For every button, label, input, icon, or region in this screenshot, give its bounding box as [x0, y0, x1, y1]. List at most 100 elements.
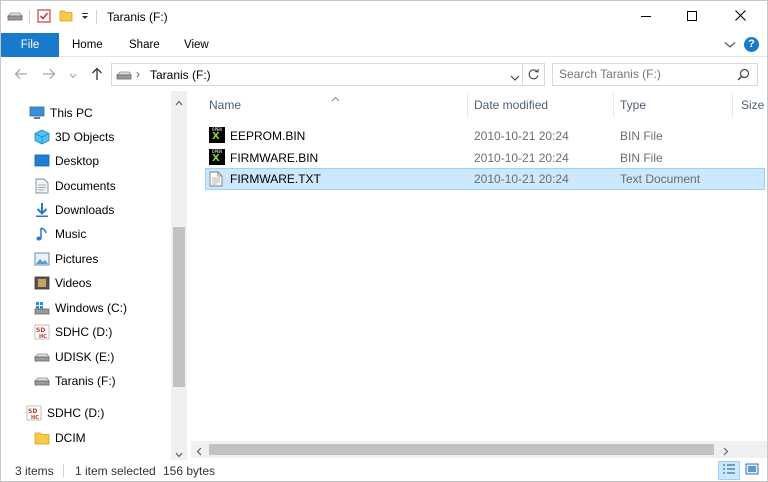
- nav-label: SDHC (D:): [55, 325, 113, 339]
- tab-home[interactable]: Home: [72, 33, 103, 57]
- address-bar[interactable]: › Taranis (F:): [111, 63, 545, 86]
- windows-drive-icon: [34, 300, 50, 316]
- help-icon[interactable]: ?: [744, 37, 759, 52]
- maximize-icon: [687, 10, 697, 24]
- forward-button[interactable]: [39, 65, 59, 85]
- properties-icon[interactable]: [36, 8, 52, 27]
- up-button[interactable]: [87, 65, 107, 85]
- expand-ribbon-icon[interactable]: [724, 38, 736, 52]
- column-header-type[interactable]: Type: [620, 91, 646, 119]
- status-bar: 3 items 1 item selected 156 bytes: [1, 460, 767, 481]
- tab-file[interactable]: File: [1, 33, 59, 57]
- pictures-icon: [34, 251, 50, 267]
- nav-label: UDISK (E:): [55, 350, 115, 364]
- status-divider: [63, 464, 64, 477]
- scroll-up-icon[interactable]: [175, 95, 183, 109]
- large-icons-view-button[interactable]: [741, 461, 763, 480]
- horizontal-scrollbar[interactable]: [191, 441, 767, 458]
- nav-item-sdhc-d[interactable]: SD HC SDHC (D:): [34, 320, 112, 344]
- file-name: FIRMWARE.TXT: [230, 172, 321, 186]
- search-icon[interactable]: [737, 68, 750, 84]
- horizontal-scrollbar-thumb[interactable]: [209, 444, 714, 455]
- nav-scrollbar[interactable]: [171, 91, 187, 460]
- nav-item-3d-objects[interactable]: 3D Objects: [34, 125, 114, 149]
- column-header-name[interactable]: Name: [209, 91, 241, 119]
- address-divider: [522, 64, 523, 85]
- file-row-firmware-bin[interactable]: OPEN X FIRMWARE.BIN 2010-10-21 20:24 BIN …: [205, 147, 765, 169]
- svg-text:HC: HC: [39, 334, 47, 340]
- nav-label: Taranis (F:): [55, 374, 116, 388]
- ribbon-tabs: File Home Share View ?: [1, 33, 767, 57]
- nav-item-udisk-e[interactable]: UDISK (E:): [34, 345, 114, 369]
- nav-item-this-pc[interactable]: This PC: [29, 101, 93, 125]
- tab-view[interactable]: View: [184, 33, 209, 57]
- folder-icon: [34, 430, 50, 446]
- nav-item-taranis-f[interactable]: Taranis (F:): [34, 369, 116, 393]
- column-divider[interactable]: [732, 93, 733, 117]
- nav-scrollbar-thumb[interactable]: [173, 227, 185, 387]
- nav-item-videos[interactable]: Videos: [34, 271, 91, 295]
- details-view-icon: [722, 463, 736, 478]
- nav-item-sdhc-d-root[interactable]: SD HC SDHC (D:): [26, 401, 104, 425]
- refresh-icon[interactable]: [527, 68, 540, 84]
- close-button[interactable]: [717, 1, 763, 33]
- scroll-left-icon[interactable]: [196, 445, 202, 459]
- file-type: BIN File: [620, 129, 663, 143]
- toolbar-divider: [96, 10, 97, 24]
- drive-icon: [7, 10, 23, 25]
- new-folder-icon[interactable]: [58, 8, 74, 27]
- nav-label: SDHC (D:): [47, 406, 105, 420]
- sd-card-icon: SD HC: [26, 405, 42, 421]
- up-arrow-icon: [91, 67, 103, 84]
- nav-item-downloads[interactable]: Downloads: [34, 198, 114, 222]
- file-date: 2010-10-21 20:24: [474, 151, 569, 165]
- column-header-date[interactable]: Date modified: [474, 91, 548, 119]
- breadcrumb-taranis[interactable]: Taranis (F:): [150, 68, 211, 82]
- nav-item-dcim[interactable]: DCIM: [34, 426, 86, 450]
- column-header-size[interactable]: Size: [741, 91, 764, 119]
- recent-locations-button[interactable]: [63, 65, 83, 85]
- documents-icon: [34, 178, 50, 194]
- column-divider[interactable]: [613, 93, 614, 117]
- file-type: BIN File: [620, 151, 663, 165]
- customize-toolbar-icon[interactable]: [80, 10, 90, 24]
- search-box[interactable]: [552, 63, 758, 86]
- nav-item-windows-c[interactable]: Windows (C:): [34, 296, 127, 320]
- scroll-down-icon[interactable]: [175, 447, 183, 460]
- videos-icon: [34, 275, 50, 291]
- maximize-button[interactable]: [669, 1, 715, 33]
- toolbar-divider: [29, 10, 30, 24]
- cube-icon: [34, 129, 50, 145]
- svg-text:HC: HC: [31, 415, 39, 421]
- address-dropdown-icon[interactable]: [510, 71, 520, 85]
- quick-access-toolbar: [7, 8, 97, 26]
- drive-icon: [116, 69, 132, 84]
- file-row-firmware-txt[interactable]: FIRMWARE.TXT 2010-10-21 20:24 Text Docum…: [205, 168, 765, 190]
- nav-item-desktop[interactable]: Desktop: [34, 149, 99, 173]
- nav-item-pictures[interactable]: Pictures: [34, 247, 98, 271]
- tab-share[interactable]: Share: [129, 33, 160, 57]
- details-view-button[interactable]: [718, 461, 740, 480]
- scroll-right-icon[interactable]: [723, 445, 729, 459]
- nav-item-music[interactable]: Music: [34, 222, 86, 246]
- text-document-icon: [209, 171, 223, 190]
- breadcrumb-separator[interactable]: ›: [136, 67, 140, 81]
- explorer-window: Taranis (F:) File Home Share View ? › Ta…: [0, 0, 768, 482]
- column-divider[interactable]: [467, 93, 468, 117]
- status-selection: 1 item selected: [75, 464, 156, 478]
- back-button[interactable]: [11, 65, 31, 85]
- svg-text:SD: SD: [36, 327, 45, 334]
- status-item-count: 3 items: [15, 464, 54, 478]
- ribbon-controls: ?: [724, 37, 759, 52]
- file-row-eeprom-bin[interactable]: OPEN X EEPROM.BIN 2010-10-21 20:24 BIN Fi…: [205, 125, 765, 147]
- nav-item-documents[interactable]: Documents: [34, 174, 116, 198]
- navigation-pane: This PC 3D Objects Desktop Documents Dow…: [1, 91, 187, 460]
- minimize-icon: [641, 10, 651, 24]
- nav-label: Music: [55, 227, 87, 241]
- nav-label: Videos: [55, 276, 92, 290]
- file-date: 2010-10-21 20:24: [474, 129, 569, 143]
- nav-label: Desktop: [55, 154, 100, 168]
- search-input[interactable]: [559, 67, 729, 81]
- minimize-button[interactable]: [623, 1, 669, 33]
- forward-arrow-icon: [42, 68, 56, 83]
